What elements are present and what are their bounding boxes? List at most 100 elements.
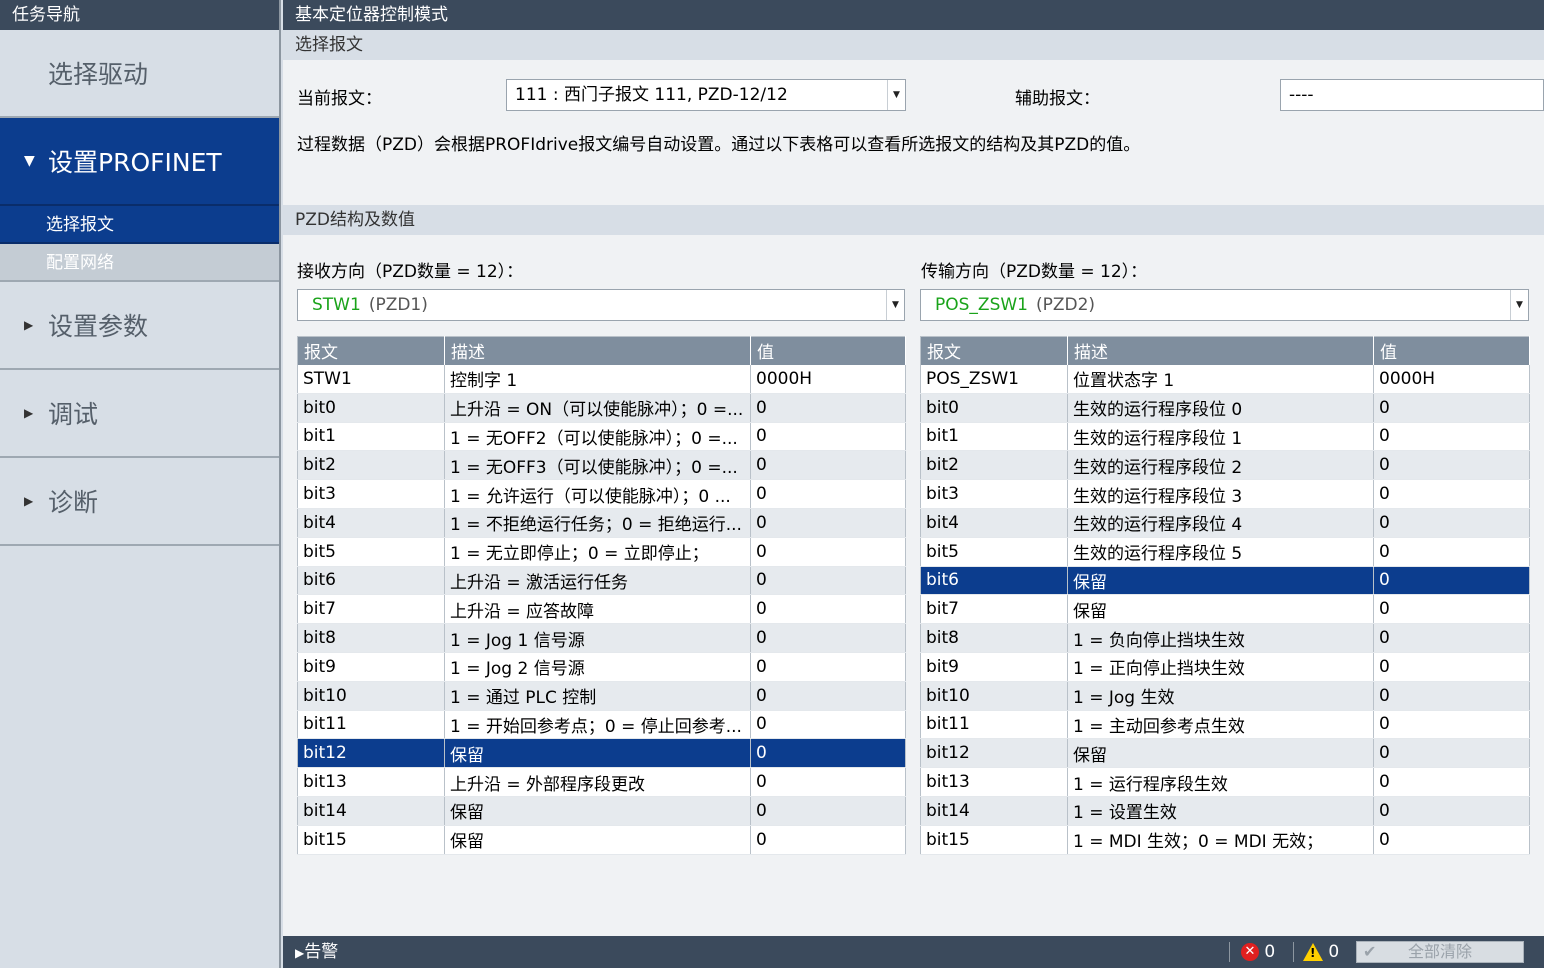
cell-description: 上升沿 = ON（可以使能脉冲）；0 =... xyxy=(444,393,751,423)
cell-value: 0 xyxy=(750,450,906,481)
table-row[interactable]: bit11 1 = 开始回参考点；0 = 停止回参考... 0 xyxy=(297,710,906,740)
nav-item-select-drive[interactable]: 选择驱动 xyxy=(0,30,279,118)
receive-signal-select[interactable]: STW1 (PZD1) ▼ xyxy=(297,289,905,321)
table-row[interactable]: bit9 1 = 正向停止挡块生效 0 xyxy=(920,652,1530,682)
table-row[interactable]: bit2 生效的运行程序段位 20 xyxy=(920,450,1530,481)
cell-description: 位置状态字 1 xyxy=(1067,364,1374,394)
table-row[interactable]: bit10 1 = 通过 PLC 控制 0 xyxy=(297,681,906,711)
nav-item-setup-profinet[interactable]: ▼ 设置PROFINET xyxy=(0,118,279,206)
column-header-value[interactable]: 值 xyxy=(750,336,906,365)
table-row[interactable]: bit7 上升沿 = 应答故障 0 xyxy=(297,594,906,625)
main-panel: 基本定位器控制模式 选择报文 当前报文： 111 : 西门子报文 111, PZ… xyxy=(283,0,1544,936)
cell-value: 0 xyxy=(1373,623,1530,653)
cell-value: 0 xyxy=(1373,767,1530,797)
cell-description: 控制字 1 xyxy=(444,364,751,394)
table-row[interactable]: bit10 1 = Jog 生效 0 xyxy=(920,681,1530,711)
cell-telegram: bit10 xyxy=(297,681,445,711)
table-row[interactable]: bit13 1 = 运行程序段生效 0 xyxy=(920,767,1530,797)
nav-item-commissioning[interactable]: ▶ 调试 xyxy=(0,370,279,458)
cell-telegram: STW1 xyxy=(297,364,445,394)
table-row[interactable]: bit8 1 = Jog 1 信号源 0 xyxy=(297,623,906,653)
receive-signal-pzd: (PZD1) xyxy=(368,295,428,315)
warning-counter[interactable]: ! 0 xyxy=(1303,936,1339,968)
section-header-telegram: 选择报文 xyxy=(283,30,1544,60)
cell-telegram: POS_ZSW1 xyxy=(920,364,1068,394)
nav-subitem-select-telegram[interactable]: 选择报文 xyxy=(0,206,279,244)
table-row[interactable]: bit0 上升沿 = ON（可以使能脉冲）；0 =... 0 xyxy=(297,393,906,423)
cell-value: 0 xyxy=(750,479,906,509)
cell-telegram: bit3 xyxy=(920,479,1068,509)
column-header-value[interactable]: 值 xyxy=(1373,336,1530,365)
table-row[interactable]: bit14 保留 0 xyxy=(297,796,906,826)
cell-description: 1 = 主动回参考点生效 xyxy=(1067,710,1374,740)
nav-item-set-parameters[interactable]: ▶ 设置参数 xyxy=(0,282,279,370)
cell-value: 0 xyxy=(750,566,906,596)
table-row[interactable]: bit5 生效的运行程序段位 50 xyxy=(920,537,1530,567)
cell-telegram: bit0 xyxy=(920,393,1068,423)
table-row[interactable]: bit0 生效的运行程序段位 00 xyxy=(920,393,1530,423)
dropdown-arrow-icon[interactable]: ▼ xyxy=(1510,290,1528,320)
telegram-row: 当前报文： 111 : 西门子报文 111, PZD-12/12 ▼ 辅助报文：… xyxy=(283,60,1544,130)
dropdown-arrow-icon[interactable]: ▼ xyxy=(887,80,905,110)
column-header-telegram[interactable]: 报文 xyxy=(920,336,1068,365)
table-row[interactable]: bit11 1 = 主动回参考点生效 0 xyxy=(920,710,1530,740)
table-row[interactable]: bit15 保留 0 xyxy=(297,825,906,855)
divider xyxy=(1229,942,1230,962)
cell-description: 生效的运行程序段位 4 xyxy=(1067,508,1374,538)
cell-value: 0 xyxy=(750,393,906,423)
cell-telegram: bit2 xyxy=(297,450,445,481)
table-row[interactable]: bit3 生效的运行程序段位 30 xyxy=(920,479,1530,509)
column-header-description[interactable]: 描述 xyxy=(1067,336,1374,365)
table-row[interactable]: STW1 控制字 1 0000H xyxy=(297,364,906,394)
cell-telegram: bit15 xyxy=(920,825,1068,855)
receive-pzd-table: 报文 描述 值 STW1 控制字 1 0000H bit0 上升沿 = ON（可以使能脉… xyxy=(297,336,906,855)
section-header-pzd: PZD结构及数值 xyxy=(283,205,1544,235)
table-row[interactable]: bit2 1 = 无OFF3（可以使能脉冲）；0 =... 0 xyxy=(297,450,906,481)
cell-value: 0 xyxy=(750,508,906,538)
table-row[interactable]: bit8 1 = 负向停止挡块生效 0 xyxy=(920,623,1530,653)
cell-value: 0 xyxy=(750,796,906,826)
clear-all-button[interactable]: ✔ 全部清除 xyxy=(1356,941,1524,963)
cell-value: 0 xyxy=(1373,422,1530,452)
chevron-right-icon: ▶ xyxy=(295,946,305,960)
table-row[interactable]: bit12 保留 0 xyxy=(920,738,1530,769)
table-row[interactable]: bit1 1 = 无OFF2（可以使能脉冲）；0 =... 0 xyxy=(297,422,906,452)
table-row[interactable]: bit1 生效的运行程序段位 10 xyxy=(920,422,1530,452)
table-row[interactable]: bit6 保留 0 xyxy=(920,566,1530,596)
table-row[interactable]: bit13 上升沿 = 外部程序段更改 0 xyxy=(297,767,906,797)
cell-description: 保留 xyxy=(444,796,751,826)
error-counter[interactable]: ✕ 0 xyxy=(1241,936,1275,968)
task-navigation-sidebar: 任务导航 选择驱动 ▼ 设置PROFINET 选择报文 配置网络 ▶ 设置参数 … xyxy=(0,0,281,968)
table-row[interactable]: bit6 上升沿 = 激活运行任务 0 xyxy=(297,566,906,596)
table-row[interactable]: bit7 保留 0 xyxy=(920,594,1530,625)
table-row[interactable]: bit5 1 = 无立即停止；0 = 立即停止； 0 xyxy=(297,537,906,567)
nav-subitem-configure-network[interactable]: 配置网络 xyxy=(0,244,279,282)
table-row[interactable]: bit4 生效的运行程序段位 40 xyxy=(920,508,1530,538)
table-row[interactable]: bit4 1 = 不拒绝运行任务；0 = 拒绝运行... 0 xyxy=(297,508,906,538)
cell-description: 1 = Jog 2 信号源 xyxy=(444,652,751,682)
current-telegram-select[interactable]: 111 : 西门子报文 111, PZD-12/12 ▼ xyxy=(506,79,906,111)
alarm-label: 告警 xyxy=(304,942,339,962)
column-header-telegram[interactable]: 报文 xyxy=(297,336,445,365)
table-row[interactable]: bit3 1 = 允许运行（可以使能脉冲）；0 ... 0 xyxy=(297,479,906,509)
cell-description: 生效的运行程序段位 3 xyxy=(1067,479,1374,509)
cell-description: 保留 xyxy=(1067,594,1374,625)
nav-item-diagnostics[interactable]: ▶ 诊断 xyxy=(0,458,279,546)
receive-direction-label: 接收方向（PZD数量 = 12）： xyxy=(297,262,524,282)
table-row[interactable]: bit15 1 = MDI 生效；0 = MDI 无效； 0 xyxy=(920,825,1530,855)
cell-telegram: bit6 xyxy=(297,566,445,596)
table-row[interactable]: bit14 1 = 设置生效 0 xyxy=(920,796,1530,826)
aux-telegram-field[interactable]: ---- xyxy=(1280,79,1544,111)
column-header-description[interactable]: 描述 xyxy=(444,336,751,365)
transmit-signal-select[interactable]: POS_ZSW1 (PZD2) ▼ xyxy=(920,289,1529,321)
table-row[interactable]: POS_ZSW1 位置状态字 1 0000H xyxy=(920,364,1530,394)
cell-description: 1 = 负向停止挡块生效 xyxy=(1067,623,1374,653)
cell-description: 1 = 不拒绝运行任务；0 = 拒绝运行... xyxy=(444,508,751,538)
dropdown-arrow-icon[interactable]: ▼ xyxy=(886,290,904,320)
alarm-toggle[interactable]: ▶告警 xyxy=(295,936,338,968)
cell-value: 0 xyxy=(750,422,906,452)
sidebar-title: 任务导航 xyxy=(0,0,279,30)
table-row[interactable]: bit9 1 = Jog 2 信号源 0 xyxy=(297,652,906,682)
table-row[interactable]: bit12 保留 0 xyxy=(297,738,906,769)
status-bar: ▶告警 ✕ 0 ! 0 ✔ 全部清除 xyxy=(283,936,1544,968)
